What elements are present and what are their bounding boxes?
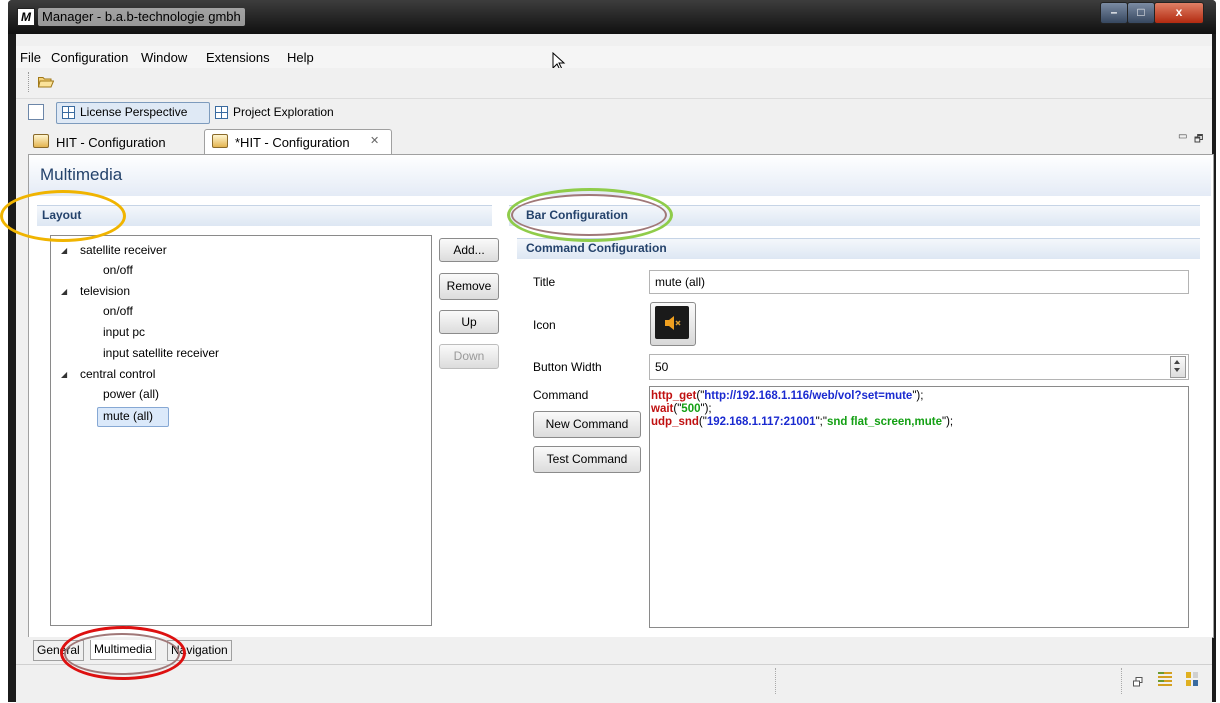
multimedia-tab-annotation-ellipse-inner bbox=[64, 633, 180, 675]
view-maximize-icon[interactable]: 🗗 bbox=[1194, 132, 1203, 149]
close-button[interactable]: x bbox=[1154, 2, 1204, 24]
menu-extensions[interactable]: Extensions bbox=[206, 50, 270, 66]
command-function: wait bbox=[651, 403, 674, 415]
command-argument: http://192.168.1.116/web/vol?set=mute bbox=[704, 390, 913, 402]
menu-help[interactable]: Help bbox=[287, 50, 314, 66]
command-line: udp_snd("192.168.1.117:21001";"snd flat_… bbox=[651, 416, 953, 428]
perspective-exploration-button[interactable]: Project Exploration bbox=[233, 105, 334, 119]
title-field[interactable] bbox=[649, 270, 1189, 294]
tree-item[interactable]: input satellite receiver bbox=[103, 346, 219, 360]
add-button[interactable]: Add... bbox=[439, 238, 499, 262]
command-argument: 192.168.1.117:21001 bbox=[706, 416, 816, 428]
button-width-value: 50 bbox=[655, 360, 669, 374]
heap-status-icon[interactable] bbox=[1185, 671, 1201, 687]
tab-label: *HIT - Configuration bbox=[235, 135, 350, 150]
command-argument: 500 bbox=[681, 403, 701, 415]
config-file-icon bbox=[212, 134, 228, 148]
open-perspective-icon[interactable] bbox=[28, 104, 44, 120]
menu-bar bbox=[16, 46, 1212, 68]
status-bar bbox=[16, 664, 1212, 703]
tree-item[interactable]: television bbox=[80, 284, 130, 298]
expand-arrow-icon[interactable]: ◢ bbox=[61, 246, 67, 255]
menu-configuration[interactable]: Configuration bbox=[51, 50, 128, 66]
app-icon: M bbox=[17, 8, 35, 26]
button-width-label: Button Width bbox=[533, 360, 602, 374]
test-command-button[interactable]: Test Command bbox=[533, 446, 641, 473]
button-width-field[interactable] bbox=[649, 354, 1189, 380]
tree-item[interactable]: on/off bbox=[103, 263, 133, 277]
menu-file[interactable]: File bbox=[20, 50, 41, 66]
toolbar bbox=[16, 68, 1212, 99]
table-icon bbox=[62, 106, 75, 119]
command-function: http_get bbox=[651, 390, 697, 402]
menu-window[interactable]: Window bbox=[141, 50, 187, 66]
command-line: wait("500"); bbox=[651, 403, 712, 415]
restore-view-icon[interactable] bbox=[1133, 677, 1143, 687]
maximize-button[interactable]: □ bbox=[1127, 2, 1155, 24]
table-icon bbox=[215, 106, 228, 119]
view-minimize-icon[interactable]: ▭ bbox=[1178, 131, 1187, 142]
bar-config-annotation-ellipse-inner bbox=[511, 194, 667, 236]
up-button[interactable]: Up bbox=[439, 310, 499, 334]
command-punctuation: "); bbox=[700, 403, 712, 415]
tab-label: HIT - Configuration bbox=[56, 135, 166, 150]
new-command-button[interactable]: New Command bbox=[533, 411, 641, 438]
tree-item[interactable]: satellite receiver bbox=[80, 243, 167, 257]
command-argument: snd flat_screen,mute bbox=[826, 416, 942, 428]
command-label: Command bbox=[533, 388, 589, 402]
page-title: Multimedia bbox=[40, 165, 123, 184]
tree-item[interactable]: central control bbox=[80, 367, 155, 381]
speaker-mute-icon bbox=[665, 316, 681, 330]
status-separator bbox=[1121, 668, 1123, 694]
tree-item-selected[interactable]: mute (all) bbox=[103, 409, 153, 423]
close-tab-icon[interactable]: ✕ bbox=[370, 134, 379, 147]
tree-item[interactable]: on/off bbox=[103, 304, 133, 318]
open-folder-icon[interactable] bbox=[38, 76, 54, 88]
command-configuration-title[interactable]: Command Configuration bbox=[526, 241, 667, 255]
command-line: http_get("http://192.168.1.116/web/vol?s… bbox=[651, 390, 923, 402]
remove-button[interactable]: Remove bbox=[439, 273, 499, 300]
icon-label: Icon bbox=[533, 318, 556, 332]
title-field-value: mute (all) bbox=[655, 275, 706, 289]
status-separator bbox=[775, 668, 777, 694]
config-file-icon bbox=[33, 134, 49, 148]
down-button: Down bbox=[439, 344, 499, 369]
command-punctuation: "); bbox=[941, 416, 954, 428]
command-function: udp_snd bbox=[651, 416, 699, 428]
progress-stack-icon[interactable] bbox=[1156, 670, 1174, 688]
command-punctuation: ";" bbox=[815, 416, 827, 428]
command-punctuation: (" bbox=[698, 416, 707, 428]
title-label: Title bbox=[533, 275, 556, 289]
perspective-license-label: License Perspective bbox=[80, 105, 188, 119]
window-title: Manager - b.a.b-technologie gmbh bbox=[38, 8, 245, 26]
command-punctuation: "); bbox=[912, 390, 924, 402]
expand-arrow-icon[interactable]: ◢ bbox=[61, 287, 67, 296]
spinner-arrows-icon bbox=[1174, 360, 1180, 372]
expand-arrow-icon[interactable]: ◢ bbox=[61, 370, 67, 379]
minimize-button[interactable]: – bbox=[1100, 2, 1128, 24]
tree-item[interactable]: power (all) bbox=[103, 387, 159, 401]
toolbar-grip bbox=[28, 72, 31, 92]
layout-annotation-ellipse bbox=[0, 190, 126, 242]
tree-item[interactable]: input pc bbox=[103, 325, 145, 339]
